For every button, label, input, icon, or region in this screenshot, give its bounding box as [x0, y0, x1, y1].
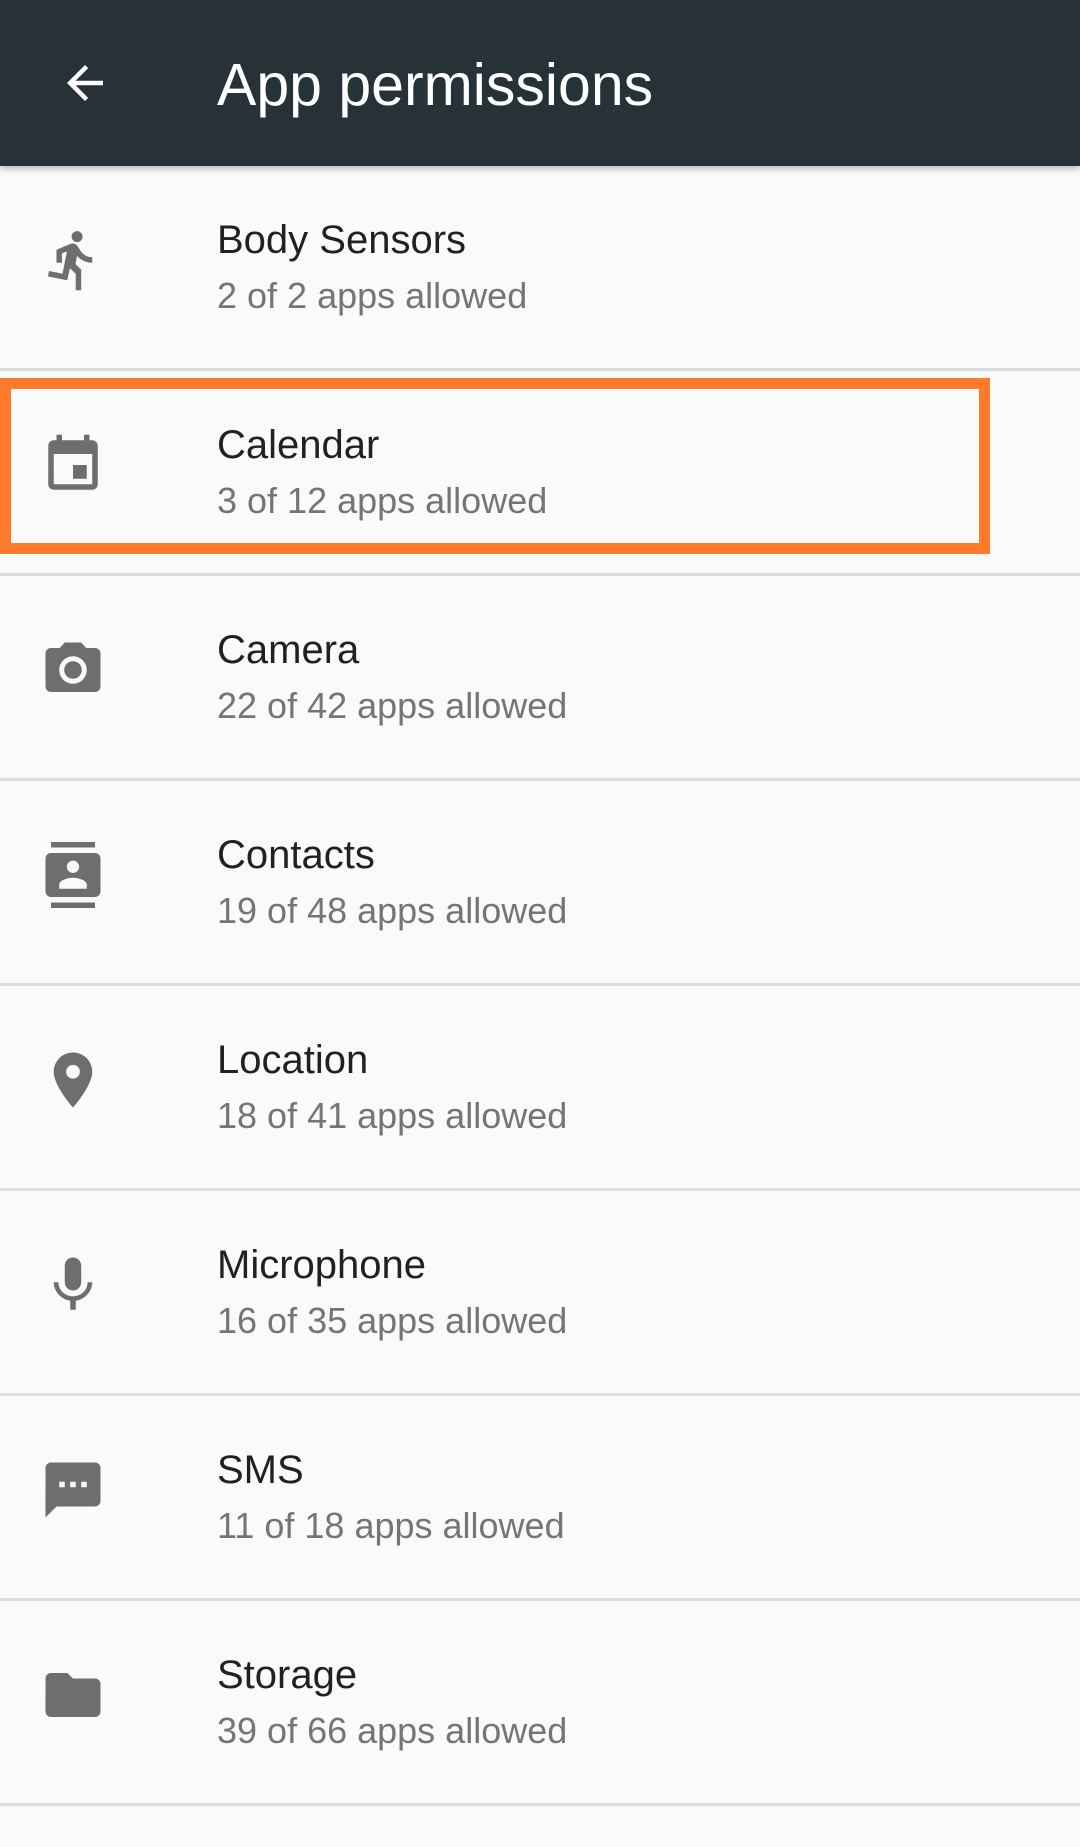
permission-summary: 22 of 42 apps allowed: [217, 685, 568, 726]
arrow-back-icon: [67, 65, 103, 101]
back-button[interactable]: [40, 38, 130, 128]
running-person-icon: [40, 227, 106, 293]
microphone-icon: [40, 1252, 106, 1318]
permission-label: Body Sensors: [217, 218, 467, 262]
permissions-list: Body Sensors 2 of 2 apps allowed Calenda…: [0, 166, 1080, 1806]
permission-summary: 19 of 48 apps allowed: [217, 890, 568, 931]
permission-item-contacts[interactable]: Contacts 19 of 48 apps allowed: [0, 781, 1080, 986]
location-pin-icon: [40, 1047, 106, 1113]
permission-label: SMS: [217, 1448, 304, 1492]
permission-summary: 11 of 18 apps allowed: [217, 1505, 565, 1546]
permission-summary: 3 of 12 apps allowed: [217, 480, 548, 521]
camera-icon: [40, 637, 106, 703]
permission-item-body-sensors[interactable]: Body Sensors 2 of 2 apps allowed: [0, 166, 1080, 371]
permission-item-camera[interactable]: Camera 22 of 42 apps allowed: [0, 576, 1080, 781]
app-bar: App permissions: [0, 0, 1080, 166]
permission-label: Storage: [217, 1653, 358, 1697]
permission-summary: 39 of 66 apps allowed: [217, 1710, 568, 1751]
permission-item-microphone[interactable]: Microphone 16 of 35 apps allowed: [0, 1191, 1080, 1396]
permission-item-location[interactable]: Location 18 of 41 apps allowed: [0, 986, 1080, 1191]
page-title: App permissions: [217, 52, 654, 118]
sms-icon: [40, 1457, 106, 1523]
permission-label: Calendar: [217, 423, 380, 467]
permission-item-sms[interactable]: SMS 11 of 18 apps allowed: [0, 1396, 1080, 1601]
permission-summary: 18 of 41 apps allowed: [217, 1095, 568, 1136]
folder-icon: [40, 1662, 106, 1728]
permission-item-calendar[interactable]: Calendar 3 of 12 apps allowed: [0, 371, 1080, 576]
permission-label: Location: [217, 1038, 369, 1082]
calendar-icon: [40, 432, 106, 498]
permission-label: Contacts: [217, 833, 375, 877]
app-permissions-screen: App permissions Body Sensors 2 of 2 apps…: [0, 0, 1080, 1847]
permission-summary: 2 of 2 apps allowed: [217, 275, 528, 316]
permission-label: Camera: [217, 628, 360, 672]
permission-item-storage[interactable]: Storage 39 of 66 apps allowed: [0, 1601, 1080, 1806]
permission-summary: 16 of 35 apps allowed: [217, 1300, 568, 1341]
contacts-icon: [40, 842, 106, 908]
permission-label: Microphone: [217, 1243, 427, 1287]
